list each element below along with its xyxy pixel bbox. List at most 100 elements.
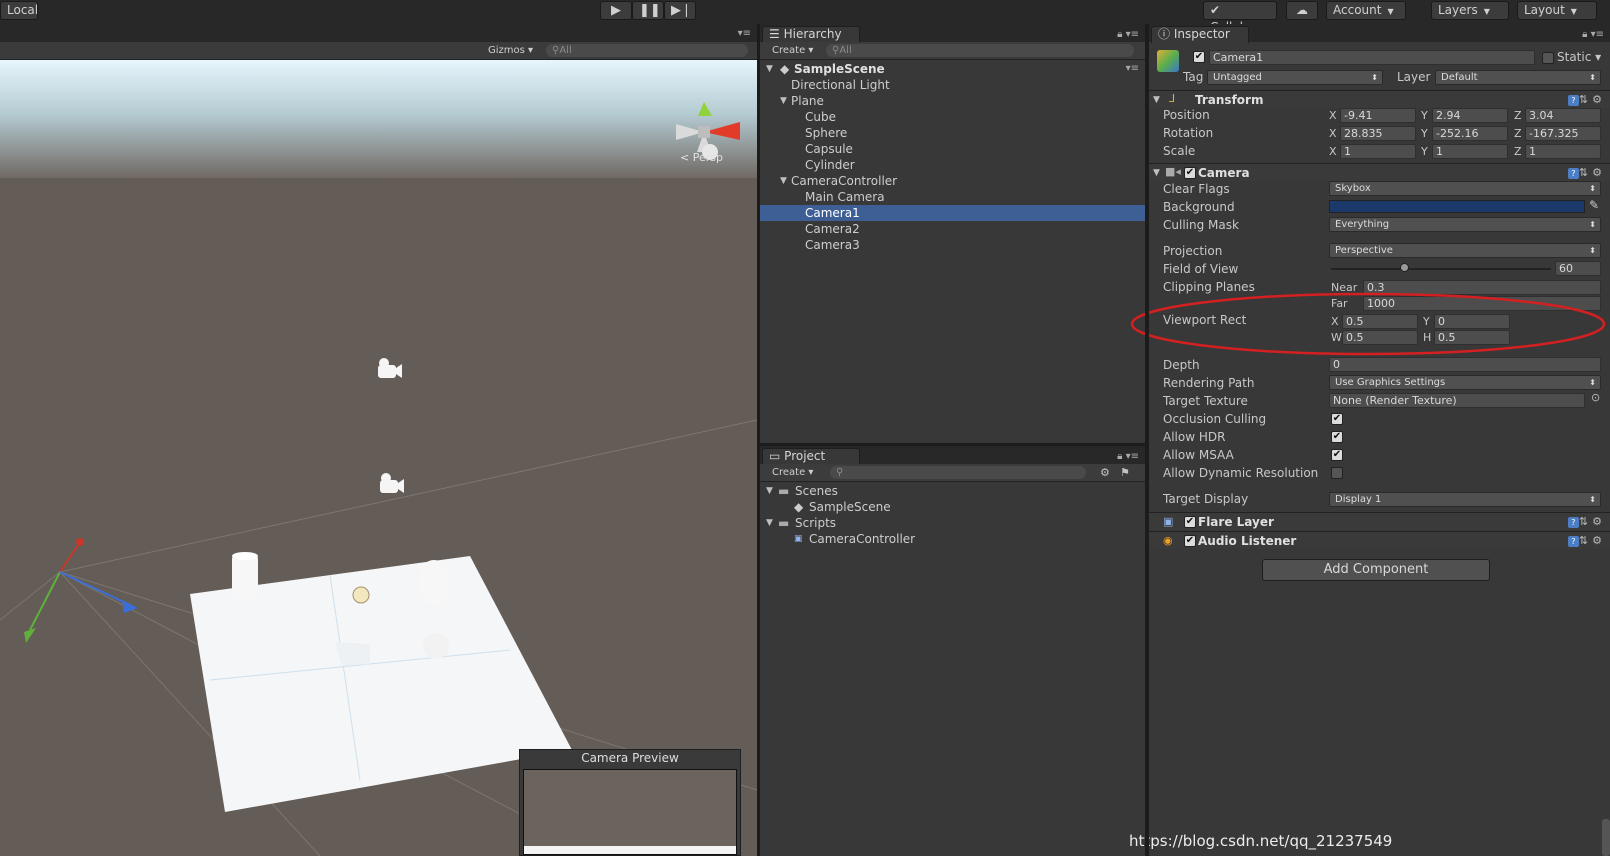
- viewport-w-field[interactable]: 0.5: [1342, 330, 1418, 345]
- active-checkbox[interactable]: ✔: [1193, 51, 1205, 63]
- rotation-z-field[interactable]: -167.325: [1525, 126, 1601, 141]
- help-icon[interactable]: ?: [1567, 536, 1579, 547]
- list-item[interactable]: Cube: [760, 109, 1145, 125]
- list-item[interactable]: ◆ SampleScene: [760, 499, 1145, 515]
- layout-dropdown[interactable]: Layout ▼: [1517, 1, 1597, 20]
- audio-listener-checkbox[interactable]: ✔: [1184, 535, 1196, 547]
- near-field[interactable]: 0.3: [1363, 280, 1601, 295]
- rotation-y-field[interactable]: -252.16: [1432, 126, 1508, 141]
- help-icon[interactable]: ?: [1567, 95, 1579, 106]
- lock-icon[interactable]: 🔒︎ ▾≡: [1117, 29, 1139, 40]
- allow-dynamic-resolution-checkbox[interactable]: [1331, 467, 1343, 479]
- far-field[interactable]: 1000: [1363, 296, 1601, 311]
- list-item[interactable]: Main Camera: [760, 189, 1145, 205]
- expand-arrow-icon[interactable]: ▼: [780, 173, 787, 189]
- filter-type-icon[interactable]: ⚙: [1100, 466, 1110, 479]
- list-item[interactable]: Sphere: [760, 125, 1145, 141]
- light-gizmo-icon[interactable]: [352, 586, 370, 604]
- help-icon[interactable]: ?: [1567, 517, 1579, 528]
- target-display-dropdown[interactable]: Display 1 ⬍: [1329, 492, 1601, 507]
- culling-mask-dropdown[interactable]: Everything ⬍: [1329, 217, 1601, 232]
- object-picker-icon[interactable]: ⊙: [1591, 391, 1600, 404]
- component-header-icons[interactable]: ? ⇅⚙: [1567, 515, 1606, 528]
- list-item[interactable]: Directional Light: [760, 77, 1145, 93]
- list-item[interactable]: Camera2: [760, 221, 1145, 237]
- rotation-x-field[interactable]: 28.835: [1340, 126, 1416, 141]
- panel-menu-icon[interactable]: ▾≡: [738, 28, 751, 39]
- tab-hierarchy[interactable]: ☰ Hierarchy: [762, 26, 860, 43]
- tab-project[interactable]: ▭ Project: [762, 448, 860, 465]
- static-checkbox[interactable]: [1542, 52, 1554, 64]
- component-header-icons[interactable]: ? ⇅⚙: [1567, 534, 1606, 547]
- scene-root-row[interactable]: ▼ ◆ SampleScene ▾≡: [760, 61, 1145, 77]
- scale-y-field[interactable]: 1: [1432, 144, 1508, 159]
- hierarchy-search-input[interactable]: ⚲All: [826, 44, 1134, 57]
- position-x-field[interactable]: -9.41: [1340, 108, 1416, 123]
- expand-arrow-icon[interactable]: ▼: [780, 93, 787, 109]
- scene-search-input[interactable]: ⚲All: [546, 44, 748, 57]
- expand-arrow-icon[interactable]: ▼: [766, 483, 773, 499]
- project-create-dropdown[interactable]: Create ▾: [772, 465, 813, 481]
- camera-enabled-checkbox[interactable]: ✔: [1184, 167, 1196, 179]
- viewport-y-field[interactable]: 0: [1434, 314, 1510, 329]
- component-header-icons[interactable]: ? ⇅⚙: [1567, 166, 1606, 179]
- project-search-input[interactable]: ⚲: [830, 466, 1086, 479]
- cylinder-object[interactable]: [232, 555, 258, 599]
- persp-label[interactable]: < Persp: [680, 151, 723, 164]
- cloud-button[interactable]: ☁: [1286, 1, 1318, 20]
- expand-arrow-icon[interactable]: ▼: [1153, 95, 1160, 105]
- target-texture-field[interactable]: None (Render Texture): [1329, 393, 1585, 408]
- layers-dropdown[interactable]: Layers ▼: [1431, 1, 1509, 20]
- panel-divider[interactable]: [757, 24, 760, 856]
- list-item-selected[interactable]: Camera1: [760, 205, 1145, 221]
- layer-dropdown[interactable]: Default ⬍: [1435, 70, 1601, 85]
- position-y-field[interactable]: 2.94: [1432, 108, 1508, 123]
- account-dropdown[interactable]: Account ▼: [1326, 1, 1406, 20]
- tag-icon[interactable]: ⚑: [1120, 466, 1130, 479]
- panel-divider[interactable]: [1145, 24, 1149, 856]
- position-z-field[interactable]: 3.04: [1525, 108, 1601, 123]
- fov-slider-track[interactable]: [1331, 268, 1551, 270]
- camera-preview-window[interactable]: Camera Preview: [519, 749, 741, 856]
- scene-view[interactable]: ▾≡ Gizmos ▾ ⚲All < Persp Camera Preview: [0, 24, 757, 856]
- list-item[interactable]: Cylinder: [760, 157, 1145, 173]
- collab-dropdown[interactable]: ✔ Collab▼: [1203, 1, 1277, 34]
- expand-arrow-icon[interactable]: ▼: [766, 61, 773, 77]
- audio-listener-header[interactable]: ◉ ✔ Audio Listener ? ⇅⚙: [1149, 531, 1610, 549]
- expand-arrow-icon[interactable]: ▼: [766, 515, 773, 531]
- background-color-swatch[interactable]: [1329, 200, 1585, 213]
- inspector-scrollbar[interactable]: [1602, 819, 1610, 856]
- pivot-local-toggle[interactable]: Local: [0, 1, 38, 20]
- projection-dropdown[interactable]: Perspective ⬍: [1329, 243, 1601, 258]
- flare-layer-header[interactable]: ▣ ✔ Flare Layer ? ⇅⚙: [1149, 512, 1610, 530]
- scene-viewport[interactable]: [0, 60, 757, 856]
- tab-inspector[interactable]: ⓘ Inspector: [1151, 26, 1249, 43]
- pause-button[interactable]: ❚❚: [632, 1, 664, 20]
- lock-icon[interactable]: 🔒︎ ▾≡: [1582, 29, 1604, 40]
- list-item[interactable]: Capsule: [760, 141, 1145, 157]
- expand-arrow-icon[interactable]: ▼: [1153, 168, 1160, 178]
- scale-x-field[interactable]: 1: [1340, 144, 1416, 159]
- viewport-x-field[interactable]: 0.5: [1342, 314, 1418, 329]
- capsule-object[interactable]: [420, 560, 448, 606]
- menu-icon[interactable]: ▾≡: [1126, 61, 1139, 77]
- list-item[interactable]: ▼ Plane: [760, 93, 1145, 109]
- lock-icon[interactable]: 🔒︎ ▾≡: [1117, 451, 1139, 462]
- occlusion-culling-checkbox[interactable]: ✔: [1331, 413, 1343, 425]
- flare-layer-checkbox[interactable]: ✔: [1184, 516, 1196, 528]
- gizmos-dropdown[interactable]: Gizmos ▾: [488, 43, 533, 59]
- list-item[interactable]: Camera3: [760, 237, 1145, 253]
- panel-divider[interactable]: [760, 443, 1145, 446]
- transform-header[interactable]: ▼ ⅃ Transform ? ⇅⚙: [1149, 90, 1610, 108]
- camera-header[interactable]: ▼ ■◂ ✔ Camera ? ⇅⚙: [1149, 163, 1610, 181]
- add-component-button[interactable]: Add Component: [1262, 559, 1490, 581]
- fov-slider-thumb[interactable]: [1400, 263, 1409, 272]
- list-item[interactable]: ▼ CameraController: [760, 173, 1145, 189]
- step-button[interactable]: ▶❘: [664, 1, 696, 20]
- clear-flags-dropdown[interactable]: Skybox ⬍: [1329, 181, 1601, 196]
- list-item[interactable]: ▼ ▬ Scripts: [760, 515, 1145, 531]
- help-icon[interactable]: ?: [1567, 168, 1579, 179]
- hierarchy-create-dropdown[interactable]: Create ▾: [772, 43, 813, 59]
- depth-field[interactable]: 0: [1329, 357, 1601, 372]
- list-item[interactable]: ▼ ▬ Scenes: [760, 483, 1145, 499]
